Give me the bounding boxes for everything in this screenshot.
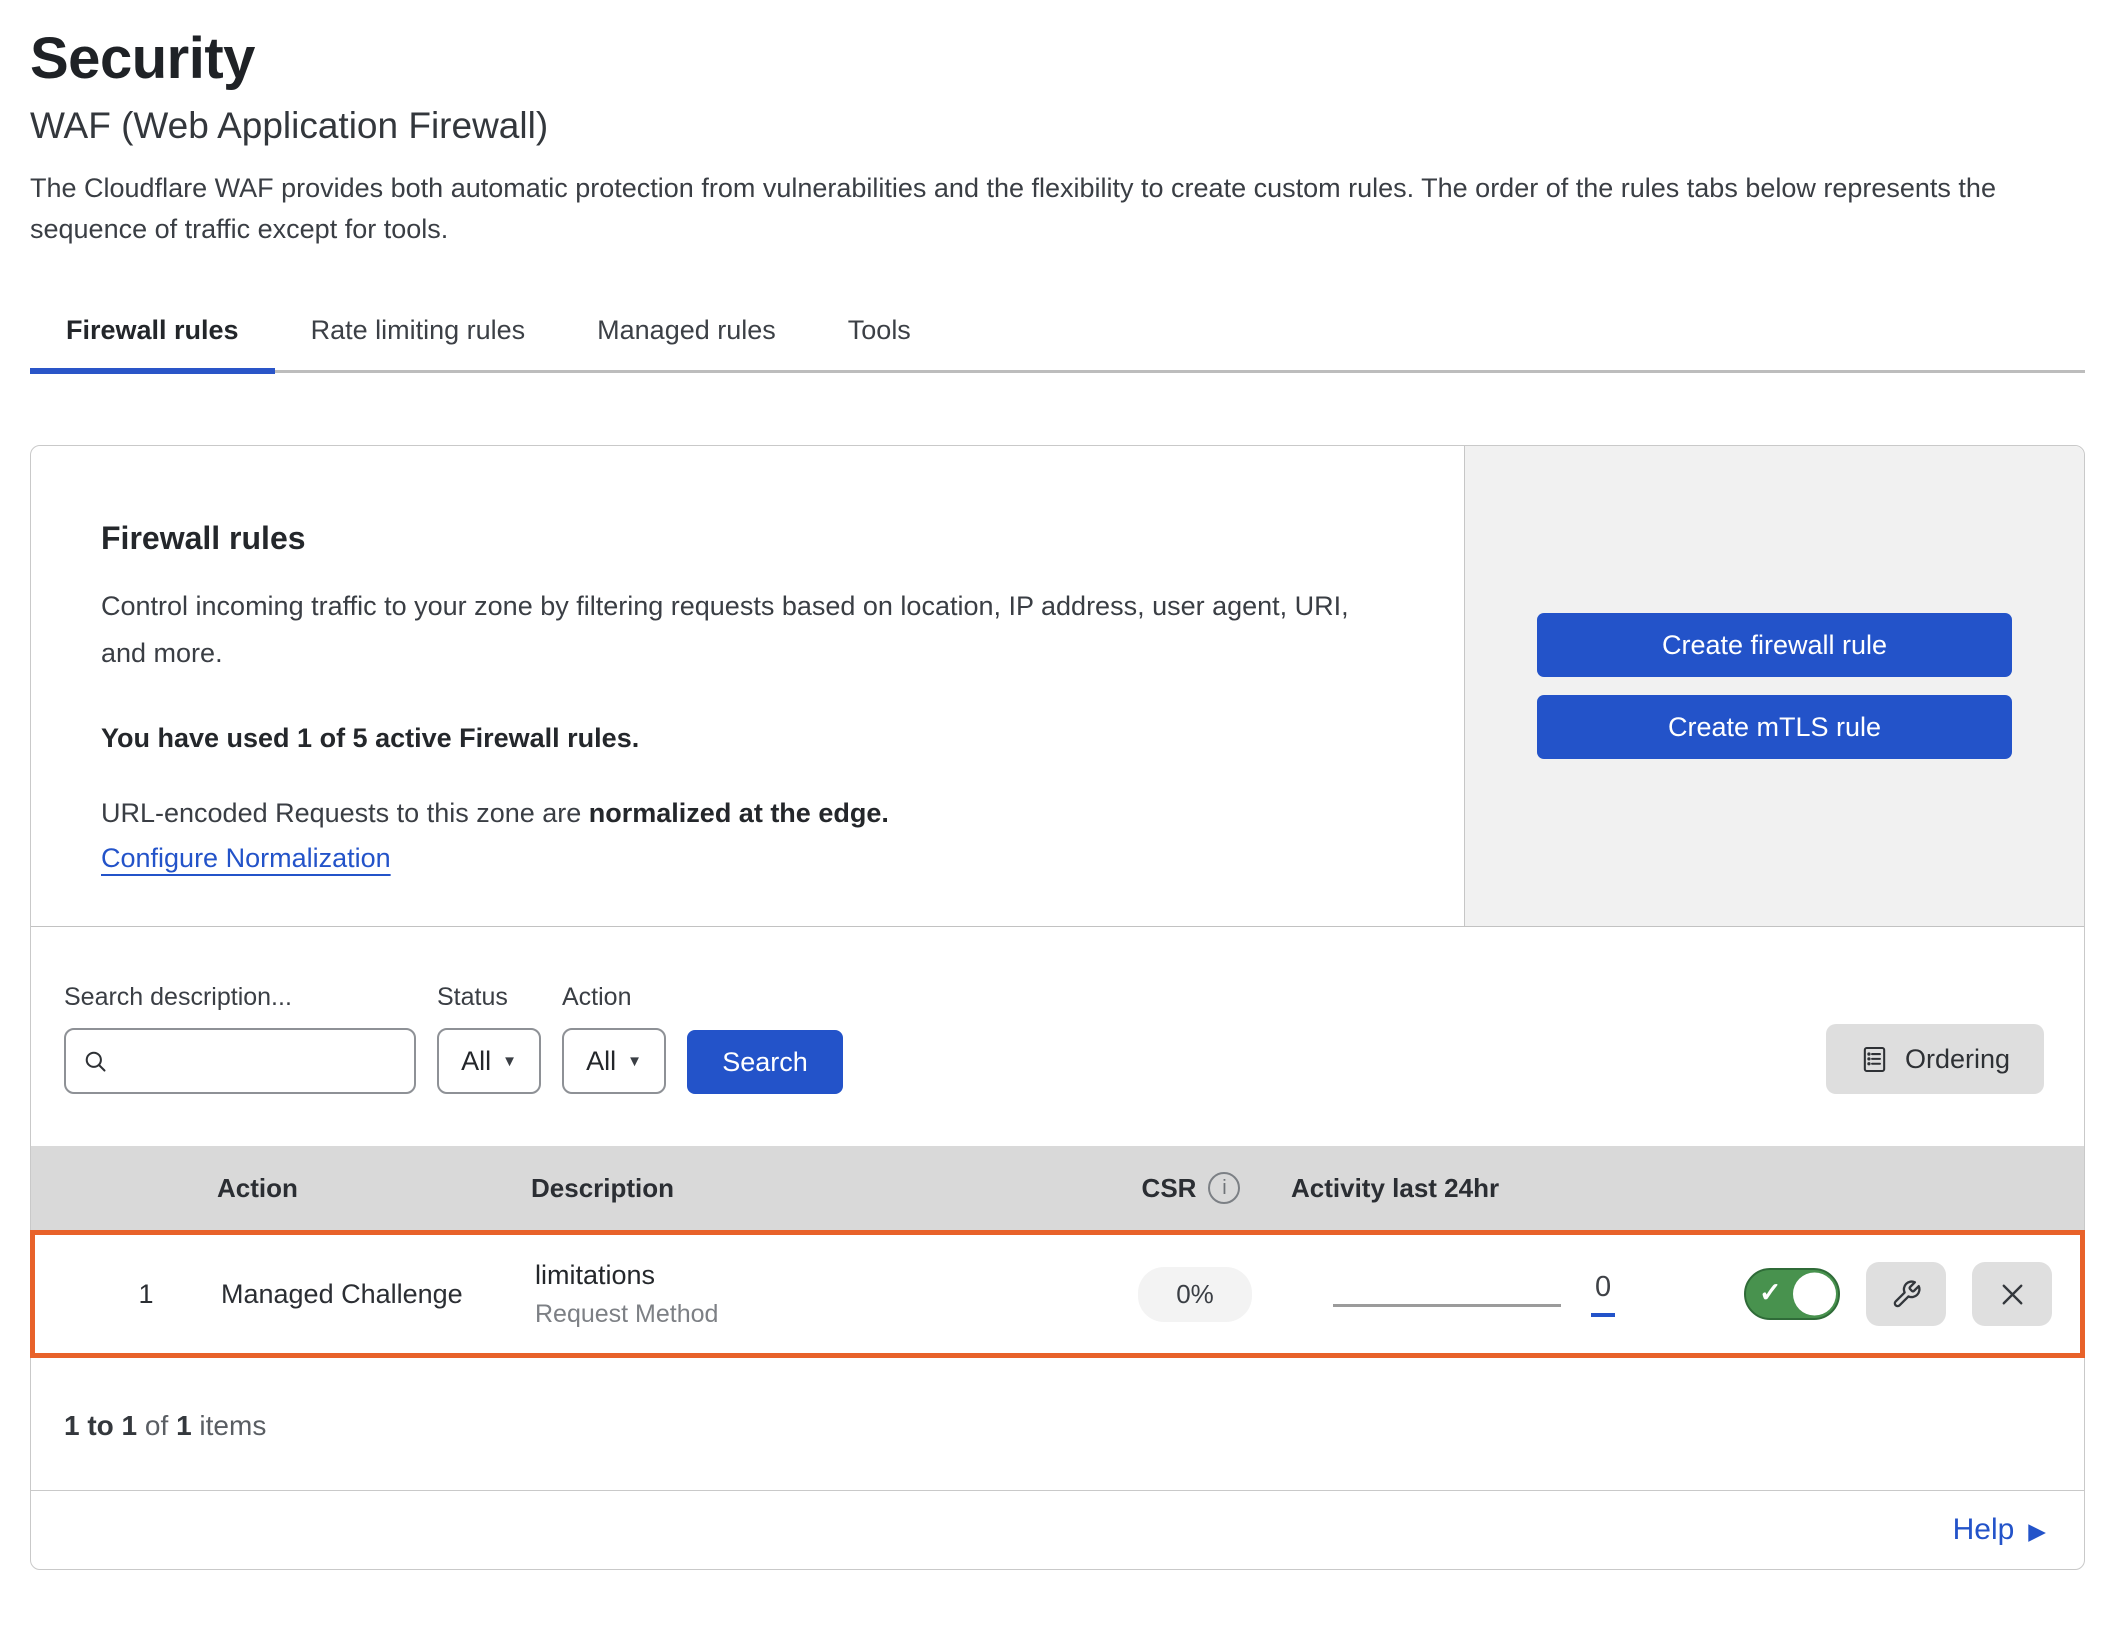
usage-text: You have used 1 of 5 active Firewall rul…	[101, 723, 1384, 754]
search-label: Search description...	[64, 983, 416, 1012]
create-mtls-rule-button[interactable]: Create mTLS rule	[1537, 695, 2012, 759]
pagination-summary: 1 to 1 of 1 items	[31, 1358, 2084, 1491]
search-icon	[82, 1048, 109, 1075]
action-label: Action	[562, 983, 666, 1012]
help-link[interactable]: Help ▶	[1953, 1513, 2046, 1547]
close-icon	[1995, 1277, 2030, 1312]
status-dropdown[interactable]: All ▼	[437, 1028, 541, 1094]
activity-sparkline	[1333, 1304, 1561, 1307]
normalization-text: URL-encoded Requests to this zone are no…	[101, 798, 1384, 829]
csr-badge: 0%	[1138, 1267, 1252, 1322]
check-icon: ✓	[1759, 1277, 1782, 1308]
firewall-rules-info: Firewall rules Control incoming traffic …	[31, 446, 1464, 926]
rule-csr-cell: 0%	[1138, 1267, 1252, 1322]
search-input[interactable]	[119, 1045, 398, 1078]
rule-expression-summary: Request Method	[535, 1300, 1095, 1329]
action-filter-group: Action All ▼	[562, 983, 666, 1094]
status-filter-group: Status All ▼	[437, 983, 541, 1094]
card-heading: Firewall rules	[101, 520, 1384, 557]
page-title: Security	[30, 26, 2085, 92]
rule-controls: ✓	[1645, 1262, 2052, 1326]
header-action: Action	[217, 1173, 517, 1204]
search-filter-group: Search description...	[64, 983, 416, 1094]
arrow-right-icon: ▶	[2028, 1518, 2046, 1543]
rule-priority: 1	[71, 1279, 221, 1310]
header-activity: Activity last 24hr	[1291, 1173, 1641, 1204]
ordering-button-label: Ordering	[1905, 1044, 2010, 1075]
tab-tools[interactable]: Tools	[812, 314, 947, 370]
search-button[interactable]: Search	[687, 1030, 843, 1094]
page-subtitle: WAF (Web Application Firewall)	[30, 104, 2085, 148]
rule-description[interactable]: limitations	[535, 1260, 1095, 1291]
chevron-down-icon: ▼	[627, 1053, 642, 1070]
tab-rate-limiting-rules[interactable]: Rate limiting rules	[275, 314, 562, 370]
delete-rule-button[interactable]	[1972, 1262, 2052, 1326]
rule-enabled-toggle[interactable]: ✓	[1744, 1268, 1840, 1320]
card-actions-panel: Create firewall rule Create mTLS rule	[1464, 446, 2084, 926]
action-dropdown[interactable]: All ▼	[562, 1028, 666, 1094]
header-csr: CSR i	[1142, 1172, 1241, 1204]
configure-normalization-link[interactable]: Configure Normalization	[101, 843, 391, 874]
page-description: The Cloudflare WAF provides both automat…	[30, 168, 2082, 250]
status-dropdown-value: All	[461, 1046, 491, 1077]
card-description: Control incoming traffic to your zone by…	[101, 583, 1384, 677]
firewall-rules-card: Firewall rules Control incoming traffic …	[30, 445, 2085, 1570]
info-icon[interactable]: i	[1208, 1172, 1240, 1204]
rule-description-cell: limitations Request Method	[521, 1260, 1095, 1329]
create-firewall-rule-button[interactable]: Create firewall rule	[1537, 613, 2012, 677]
search-field	[64, 1028, 416, 1094]
help-label: Help	[1953, 1513, 2015, 1547]
wrench-icon	[1891, 1279, 1922, 1310]
help-row: Help ▶	[31, 1491, 2084, 1569]
normalization-bold: normalized at the edge.	[589, 798, 889, 828]
header-csr-label: CSR	[1142, 1173, 1197, 1204]
summary-items: items	[192, 1410, 267, 1441]
summary-range: 1 to 1	[64, 1410, 137, 1441]
toggle-knob	[1793, 1273, 1836, 1316]
tab-firewall-rules[interactable]: Firewall rules	[30, 314, 275, 370]
summary-of: of	[137, 1410, 176, 1441]
security-waf-page: Security WAF (Web Application Firewall) …	[0, 0, 2114, 1570]
activity-count-link[interactable]: 0	[1591, 1271, 1615, 1317]
ordering-list-icon	[1860, 1045, 1889, 1074]
card-top-section: Firewall rules Control incoming traffic …	[31, 446, 2084, 927]
rule-activity-cell: 0	[1295, 1271, 1645, 1317]
ordering-button[interactable]: Ordering	[1826, 1024, 2044, 1094]
summary-total: 1	[176, 1410, 192, 1441]
table-header-row: Action Description CSR i Activity last 2…	[31, 1146, 2084, 1230]
tab-managed-rules[interactable]: Managed rules	[561, 314, 812, 370]
action-dropdown-value: All	[586, 1046, 616, 1077]
tab-bar: Firewall rules Rate limiting rules Manag…	[30, 314, 2085, 373]
rule-action: Managed Challenge	[221, 1279, 521, 1310]
chevron-down-icon: ▼	[502, 1053, 517, 1070]
header-description: Description	[517, 1173, 1091, 1204]
status-label: Status	[437, 983, 541, 1012]
filter-bar: Search description... Status All ▼	[31, 927, 2084, 1094]
normalization-prefix: URL-encoded Requests to this zone are	[101, 798, 589, 828]
table-row: 1 Managed Challenge limitations Request …	[30, 1230, 2085, 1358]
edit-rule-button[interactable]	[1866, 1262, 1946, 1326]
